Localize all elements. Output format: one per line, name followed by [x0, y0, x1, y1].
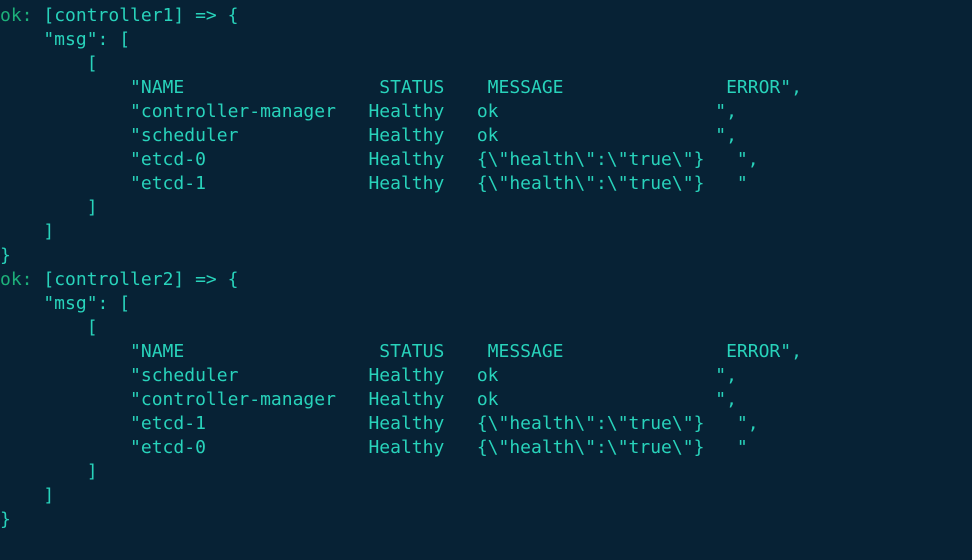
- terminal-line: ok: [controller1] => {: [0, 4, 972, 28]
- inner-bracket-close: ]: [0, 461, 98, 482]
- output-line: "etcd-1 Healthy {\"health\":\"true\"} ": [0, 173, 748, 194]
- terminal-line: ]: [0, 484, 972, 508]
- terminal-line: "etcd-1 Healthy {\"health\":\"true\"} ",: [0, 412, 972, 436]
- bracket-close: ]: [0, 485, 54, 506]
- terminal-line: "scheduler Healthy ok ",: [0, 124, 972, 148]
- terminal-line: ]: [0, 220, 972, 244]
- arrow-brace: => {: [184, 5, 238, 26]
- brace-close: }: [0, 245, 11, 266]
- terminal-line: "NAME STATUS MESSAGE ERROR",: [0, 340, 972, 364]
- terminal-line: ]: [0, 196, 972, 220]
- terminal-line: ]: [0, 460, 972, 484]
- output-line: "etcd-0 Healthy {\"health\":\"true\"} ",: [0, 149, 759, 170]
- output-line: "NAME STATUS MESSAGE ERROR",: [0, 77, 802, 98]
- arrow-brace: => {: [184, 269, 238, 290]
- terminal-line: [: [0, 52, 972, 76]
- inner-bracket-close: ]: [0, 197, 98, 218]
- terminal-line: "controller-manager Healthy ok ",: [0, 388, 972, 412]
- output-line: "etcd-0 Healthy {\"health\":\"true\"} ": [0, 437, 748, 458]
- status-ok: ok:: [0, 5, 43, 26]
- msg-key: "msg": [0, 29, 98, 50]
- output-line: "controller-manager Healthy ok ",: [0, 101, 737, 122]
- terminal-line: "scheduler Healthy ok ",: [0, 364, 972, 388]
- terminal-line: }: [0, 244, 972, 268]
- host-name: [controller1]: [43, 5, 184, 26]
- terminal-output: ok: [controller1] => { "msg": [ [ "NAME …: [0, 0, 972, 532]
- terminal-line: "controller-manager Healthy ok ",: [0, 100, 972, 124]
- output-line: "etcd-1 Healthy {\"health\":\"true\"} ",: [0, 413, 759, 434]
- brace-close: }: [0, 509, 11, 530]
- inner-bracket-open: [: [0, 53, 98, 74]
- output-line: "NAME STATUS MESSAGE ERROR",: [0, 341, 802, 362]
- terminal-line: "etcd-0 Healthy {\"health\":\"true\"} ",: [0, 148, 972, 172]
- terminal-line: "etcd-1 Healthy {\"health\":\"true\"} ": [0, 172, 972, 196]
- output-line: "controller-manager Healthy ok ",: [0, 389, 737, 410]
- bracket-close: ]: [0, 221, 54, 242]
- terminal-line: "etcd-0 Healthy {\"health\":\"true\"} ": [0, 436, 972, 460]
- output-line: "scheduler Healthy ok ",: [0, 125, 737, 146]
- terminal-line: ok: [controller2] => {: [0, 268, 972, 292]
- terminal-line: "NAME STATUS MESSAGE ERROR",: [0, 76, 972, 100]
- inner-bracket-open: [: [0, 317, 98, 338]
- host-name: [controller2]: [43, 269, 184, 290]
- bracket-open: : [: [98, 293, 131, 314]
- status-ok: ok:: [0, 269, 43, 290]
- msg-key: "msg": [0, 293, 98, 314]
- terminal-line: [: [0, 316, 972, 340]
- terminal-line: }: [0, 508, 972, 532]
- output-line: "scheduler Healthy ok ",: [0, 365, 737, 386]
- bracket-open: : [: [98, 29, 131, 50]
- terminal-line: "msg": [: [0, 292, 972, 316]
- terminal-line: "msg": [: [0, 28, 972, 52]
